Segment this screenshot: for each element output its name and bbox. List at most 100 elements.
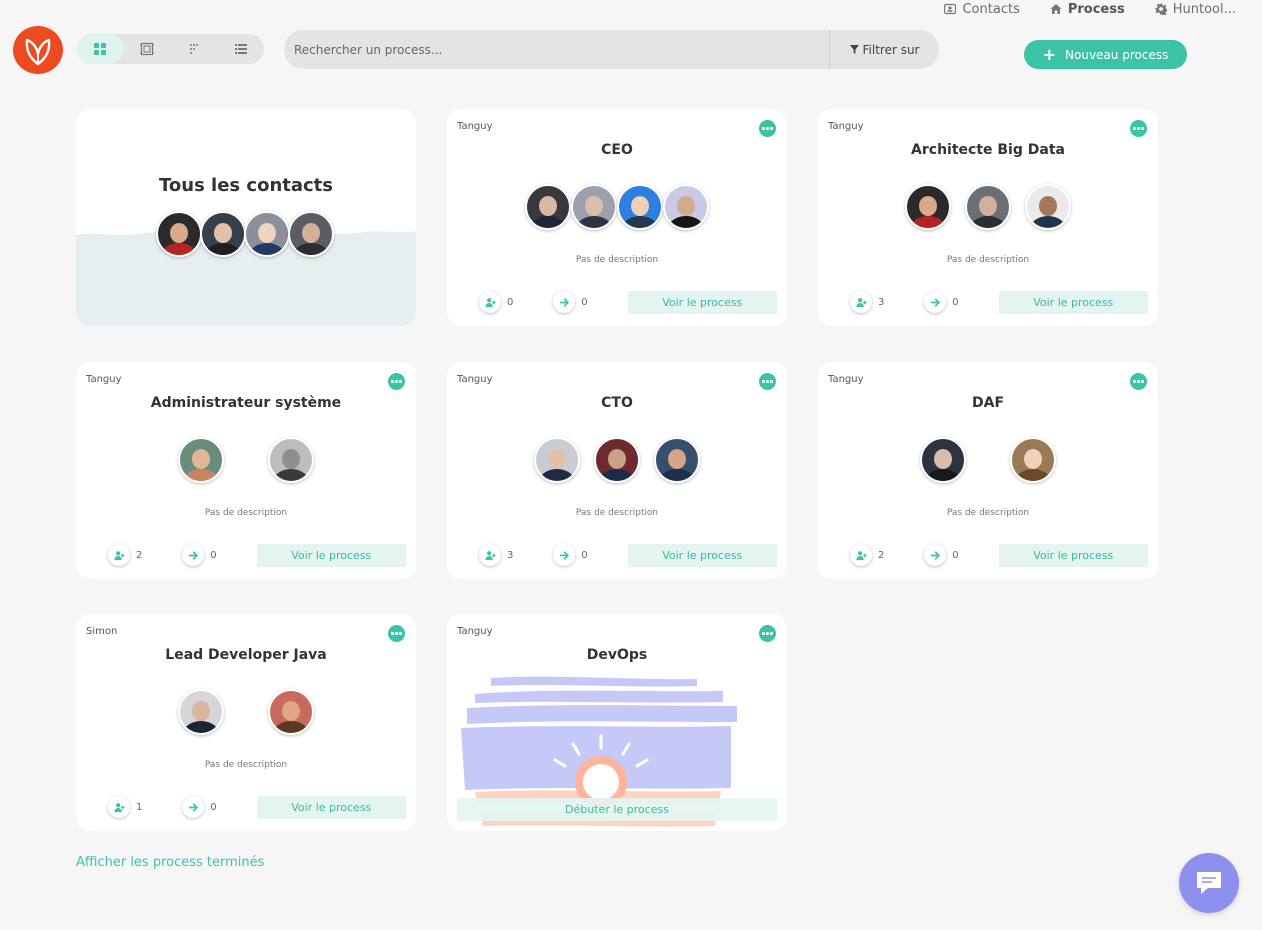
nav-huntool-label: Huntool... [1172,1,1236,17]
candidates-stat: 1 [108,796,182,818]
avatar [200,211,246,257]
arrow-right-icon[interactable] [553,291,576,313]
candidates-count: 2 [878,549,885,561]
process-card: Simon Lead Developer Java Pas de descrip… [76,614,416,831]
card-description: Pas de description [946,255,1030,265]
new-process-button[interactable]: + Nouveau process [1024,40,1187,69]
more-options-icon[interactable] [759,373,776,390]
more-options-icon[interactable] [1130,120,1147,137]
candidates-stat: 2 [850,544,924,566]
arrow-right-icon[interactable] [182,544,205,566]
chat-button[interactable] [1179,853,1239,913]
avatar [663,184,709,230]
moves-count: 0 [210,549,217,561]
logo-icon [25,38,51,66]
view-list-button[interactable] [217,34,264,64]
add-user-icon[interactable] [479,291,501,313]
start-process-button[interactable]: Débuter le process [457,798,777,821]
candidates-count: 2 [136,549,143,561]
view-switcher [77,34,264,64]
moves-stat: 0 [924,291,998,313]
card-title: Administrateur système [150,395,342,411]
add-user-icon[interactable] [479,544,501,566]
list-icon [234,44,247,54]
see-process-button[interactable]: Voir le process [256,795,406,819]
filter-label: Filtrer sur [862,42,920,57]
card-title: CEO [601,142,633,158]
more-options-icon[interactable] [1130,373,1147,390]
card-footer: 3 0 Voir le process [479,543,777,567]
search-bar: Filtrer sur [284,30,939,69]
avatar [178,437,224,483]
avatar [905,184,951,230]
card-owner: Tanguy [86,374,122,385]
add-user-icon[interactable] [850,291,872,313]
nav-contacts-label: Contacts [962,1,1020,17]
arrow-right-icon[interactable] [924,291,947,313]
moves-count: 0 [581,296,588,308]
card-owner: Tanguy [828,121,864,132]
avatar [965,184,1011,230]
avatar [525,184,571,230]
avatar-group [447,184,787,230]
view-grid-button[interactable] [77,34,124,64]
view-dots-button[interactable] [171,34,218,64]
show-finished-link[interactable]: Afficher les process terminés [76,855,264,870]
arrow-right-icon[interactable] [182,796,205,818]
gear-icon [1155,3,1167,15]
moves-stat: 0 [182,796,256,818]
process-card: Tanguy Administrateur système Pas de des… [76,362,416,579]
nav-process-label: Process [1067,1,1125,17]
process-card: Tanguy CEO Pas de description 0 0 Voir l… [447,109,787,326]
see-process-button[interactable]: Voir le process [627,290,777,314]
candidates-count: 1 [136,801,143,813]
plus-icon: + [1042,44,1057,64]
card-title: CTO [601,395,633,411]
moves-count: 0 [952,296,959,308]
card-owner: Tanguy [457,121,493,132]
see-process-button[interactable]: Voir le process [998,543,1148,567]
avatar-group [447,437,787,483]
more-options-icon[interactable] [388,373,405,390]
more-options-icon[interactable] [388,625,405,642]
avatar [268,437,314,483]
filter-icon [849,45,859,54]
candidates-stat: 3 [479,544,553,566]
card-title: DevOps [586,647,648,663]
nav-huntool[interactable]: Huntool... [1155,0,1236,18]
process-card: Tanguy Architecte Big Data Pas de descri… [818,109,1158,326]
see-process-button[interactable]: Voir le process [627,543,777,567]
view-board-button[interactable] [124,34,171,64]
app-logo[interactable] [13,26,63,74]
avatar [571,184,617,230]
add-user-icon[interactable] [850,544,872,566]
avatar [268,689,314,735]
arrow-right-icon[interactable] [553,544,576,566]
moves-count: 0 [210,801,217,813]
card-description: Pas de description [575,255,659,265]
candidates-stat: 2 [108,544,182,566]
id-card-icon [944,3,957,15]
filter-button[interactable]: Filtrer sur [829,30,939,69]
all-contacts-card[interactable]: Tous les contacts [76,109,416,326]
card-owner: Simon [86,626,118,637]
more-options-icon[interactable] [759,120,776,137]
avatar [156,211,202,257]
add-user-icon[interactable] [108,796,130,818]
nav-contacts[interactable]: Contacts [944,0,1020,18]
see-process-button[interactable]: Voir le process [998,290,1148,314]
more-options-icon[interactable] [759,625,776,642]
candidates-count: 3 [878,296,885,308]
avatar-group [818,184,1158,230]
nav-process[interactable]: Process [1050,0,1125,18]
process-card: Tanguy CTO Pas de description 3 0 Voir l… [447,362,787,579]
moves-stat: 0 [182,544,256,566]
card-owner: Tanguy [828,374,864,385]
avatar-group [818,437,1158,483]
add-user-icon[interactable] [108,544,130,566]
candidates-count: 3 [507,549,514,561]
search-input[interactable] [284,30,829,69]
see-process-button[interactable]: Voir le process [256,543,406,567]
candidates-stat: 0 [479,291,553,313]
arrow-right-icon[interactable] [924,544,947,566]
